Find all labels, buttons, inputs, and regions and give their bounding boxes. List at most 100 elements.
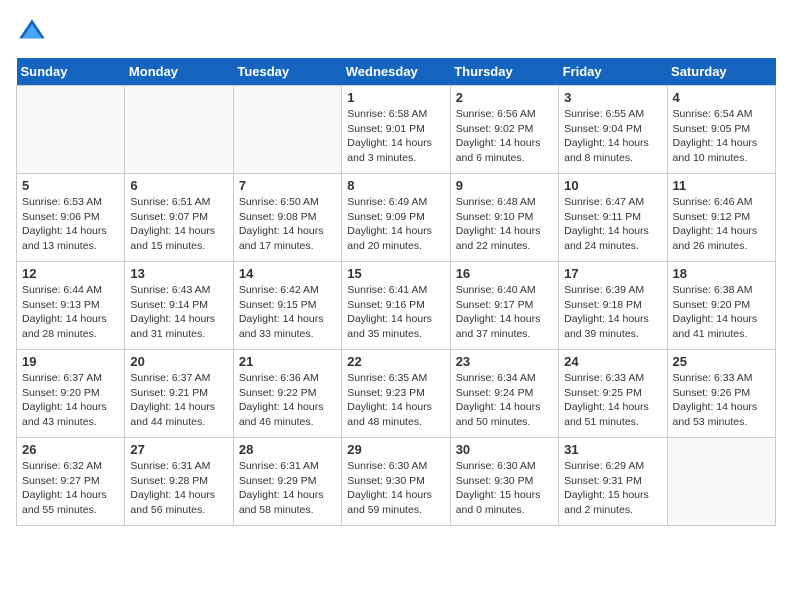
calendar-cell: 22 Sunrise: 6:35 AM Sunset: 9:23 PM Dayli… [342,350,450,438]
day-number: 28 [239,442,336,457]
week-row-3: 12 Sunrise: 6:44 AM Sunset: 9:13 PM Dayli… [17,262,776,350]
week-row-2: 5 Sunrise: 6:53 AM Sunset: 9:06 PM Daylig… [17,174,776,262]
day-info: Sunrise: 6:58 AM Sunset: 9:01 PM Dayligh… [347,107,444,166]
page-header [16,16,776,48]
week-row-4: 19 Sunrise: 6:37 AM Sunset: 9:20 PM Dayli… [17,350,776,438]
day-info: Sunrise: 6:31 AM Sunset: 9:29 PM Dayligh… [239,459,336,518]
calendar-cell: 8 Sunrise: 6:49 AM Sunset: 9:09 PM Daylig… [342,174,450,262]
day-number: 2 [456,90,553,105]
day-info: Sunrise: 6:33 AM Sunset: 9:26 PM Dayligh… [673,371,770,430]
day-number: 24 [564,354,661,369]
day-info: Sunrise: 6:30 AM Sunset: 9:30 PM Dayligh… [456,459,553,518]
day-info: Sunrise: 6:40 AM Sunset: 9:17 PM Dayligh… [456,283,553,342]
calendar-cell: 14Sunrise: 6:42 AM Sunset: 9:15 PM Dayli… [233,262,341,350]
day-info: Sunrise: 6:49 AM Sunset: 9:09 PM Dayligh… [347,195,444,254]
calendar-cell: 18 Sunrise: 6:38 AM Sunset: 9:20 PM Dayli… [667,262,775,350]
calendar-cell: 1 Sunrise: 6:58 AM Sunset: 9:01 PM Daylig… [342,86,450,174]
day-number: 5 [22,178,119,193]
week-row-5: 26Sunrise: 6:32 AM Sunset: 9:27 PM Dayli… [17,438,776,526]
calendar-cell: 19 Sunrise: 6:37 AM Sunset: 9:20 PM Dayli… [17,350,125,438]
calendar-cell [233,86,341,174]
calendar-cell: 27 Sunrise: 6:31 AM Sunset: 9:28 PM Dayli… [125,438,233,526]
calendar-cell: 12 Sunrise: 6:44 AM Sunset: 9:13 PM Dayli… [17,262,125,350]
day-number: 3 [564,90,661,105]
calendar-cell: 29 Sunrise: 6:30 AM Sunset: 9:30 PM Dayli… [342,438,450,526]
day-header-thursday: Thursday [450,58,558,86]
day-info: Sunrise: 6:30 AM Sunset: 9:30 PM Dayligh… [347,459,444,518]
week-row-1: 1 Sunrise: 6:58 AM Sunset: 9:01 PM Daylig… [17,86,776,174]
day-number: 29 [347,442,444,457]
calendar-cell: 28 Sunrise: 6:31 AM Sunset: 9:29 PM Dayli… [233,438,341,526]
day-info: Sunrise: 6:44 AM Sunset: 9:13 PM Dayligh… [22,283,119,342]
day-header-sunday: Sunday [17,58,125,86]
calendar-cell: 16Sunrise: 6:40 AM Sunset: 9:17 PM Dayli… [450,262,558,350]
day-number: 19 [22,354,119,369]
calendar-cell: 2 Sunrise: 6:56 AM Sunset: 9:02 PM Daylig… [450,86,558,174]
day-info: Sunrise: 6:56 AM Sunset: 9:02 PM Dayligh… [456,107,553,166]
day-info: Sunrise: 6:51 AM Sunset: 9:07 PM Dayligh… [130,195,227,254]
calendar-cell: 10 Sunrise: 6:47 AM Sunset: 9:11 PM Dayli… [559,174,667,262]
calendar-cell: 6 Sunrise: 6:51 AM Sunset: 9:07 PM Daylig… [125,174,233,262]
calendar-cell [125,86,233,174]
day-info: Sunrise: 6:35 AM Sunset: 9:23 PM Dayligh… [347,371,444,430]
day-info: Sunrise: 6:34 AM Sunset: 9:24 PM Dayligh… [456,371,553,430]
day-number: 27 [130,442,227,457]
day-number: 13 [130,266,227,281]
day-info: Sunrise: 6:39 AM Sunset: 9:18 PM Dayligh… [564,283,661,342]
day-number: 25 [673,354,770,369]
day-number: 22 [347,354,444,369]
day-number: 12 [22,266,119,281]
day-header-monday: Monday [125,58,233,86]
calendar-table: SundayMondayTuesdayWednesdayThursdayFrid… [16,58,776,526]
calendar-cell [17,86,125,174]
day-info: Sunrise: 6:33 AM Sunset: 9:25 PM Dayligh… [564,371,661,430]
day-number: 10 [564,178,661,193]
day-number: 14 [239,266,336,281]
day-number: 8 [347,178,444,193]
day-number: 9 [456,178,553,193]
day-info: Sunrise: 6:54 AM Sunset: 9:05 PM Dayligh… [673,107,770,166]
header-row: SundayMondayTuesdayWednesdayThursdayFrid… [17,58,776,86]
day-number: 11 [673,178,770,193]
day-info: Sunrise: 6:46 AM Sunset: 9:12 PM Dayligh… [673,195,770,254]
calendar-cell: 31 Sunrise: 6:29 AM Sunset: 9:31 PM Dayli… [559,438,667,526]
calendar-cell: 13Sunrise: 6:43 AM Sunset: 9:14 PM Dayli… [125,262,233,350]
day-number: 26 [22,442,119,457]
day-header-saturday: Saturday [667,58,775,86]
calendar-cell: 9 Sunrise: 6:48 AM Sunset: 9:10 PM Daylig… [450,174,558,262]
day-number: 30 [456,442,553,457]
day-info: Sunrise: 6:36 AM Sunset: 9:22 PM Dayligh… [239,371,336,430]
day-number: 18 [673,266,770,281]
calendar-cell: 26Sunrise: 6:32 AM Sunset: 9:27 PM Dayli… [17,438,125,526]
calendar-cell: 7 Sunrise: 6:50 AM Sunset: 9:08 PM Daylig… [233,174,341,262]
day-info: Sunrise: 6:50 AM Sunset: 9:08 PM Dayligh… [239,195,336,254]
day-info: Sunrise: 6:29 AM Sunset: 9:31 PM Dayligh… [564,459,661,518]
calendar-cell: 20Sunrise: 6:37 AM Sunset: 9:21 PM Dayli… [125,350,233,438]
calendar-cell: 15 Sunrise: 6:41 AM Sunset: 9:16 PM Dayli… [342,262,450,350]
day-number: 17 [564,266,661,281]
day-info: Sunrise: 6:37 AM Sunset: 9:20 PM Dayligh… [22,371,119,430]
day-info: Sunrise: 6:48 AM Sunset: 9:10 PM Dayligh… [456,195,553,254]
calendar-cell: 23Sunrise: 6:34 AM Sunset: 9:24 PM Dayli… [450,350,558,438]
day-info: Sunrise: 6:55 AM Sunset: 9:04 PM Dayligh… [564,107,661,166]
day-info: Sunrise: 6:37 AM Sunset: 9:21 PM Dayligh… [130,371,227,430]
day-header-tuesday: Tuesday [233,58,341,86]
day-info: Sunrise: 6:53 AM Sunset: 9:06 PM Dayligh… [22,195,119,254]
day-info: Sunrise: 6:41 AM Sunset: 9:16 PM Dayligh… [347,283,444,342]
day-number: 15 [347,266,444,281]
day-number: 7 [239,178,336,193]
day-number: 1 [347,90,444,105]
day-info: Sunrise: 6:31 AM Sunset: 9:28 PM Dayligh… [130,459,227,518]
calendar-cell: 4Sunrise: 6:54 AM Sunset: 9:05 PM Daylig… [667,86,775,174]
day-header-wednesday: Wednesday [342,58,450,86]
day-number: 31 [564,442,661,457]
calendar-cell: 30 Sunrise: 6:30 AM Sunset: 9:30 PM Dayli… [450,438,558,526]
calendar-cell: 5 Sunrise: 6:53 AM Sunset: 9:06 PM Daylig… [17,174,125,262]
calendar-cell: 3 Sunrise: 6:55 AM Sunset: 9:04 PM Daylig… [559,86,667,174]
day-info: Sunrise: 6:38 AM Sunset: 9:20 PM Dayligh… [673,283,770,342]
day-number: 6 [130,178,227,193]
calendar-cell: 11 Sunrise: 6:46 AM Sunset: 9:12 PM Dayli… [667,174,775,262]
day-number: 21 [239,354,336,369]
day-info: Sunrise: 6:47 AM Sunset: 9:11 PM Dayligh… [564,195,661,254]
logo-icon [16,16,48,48]
